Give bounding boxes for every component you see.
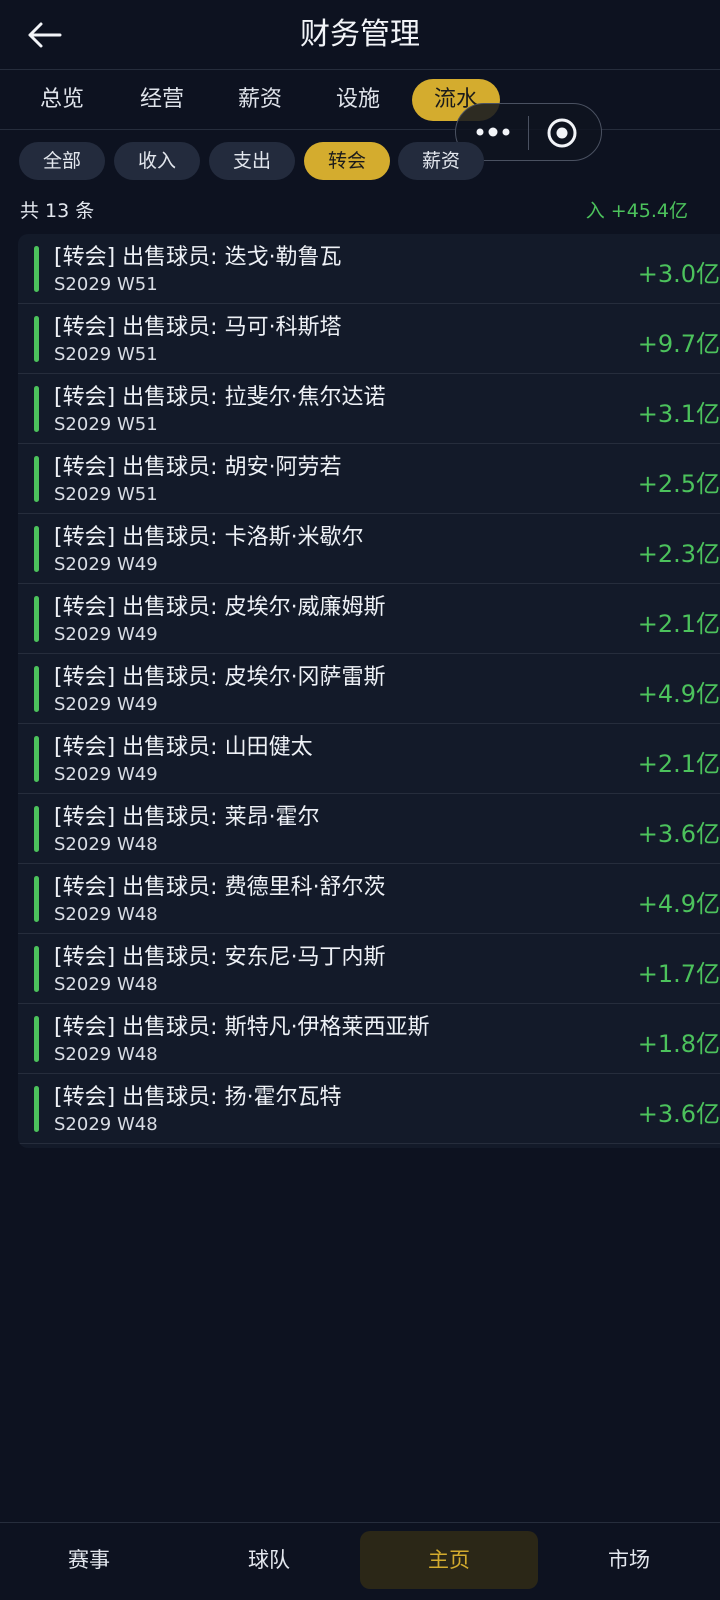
finance-tabs: 总览 经营 薪资 设施 流水 [0, 70, 720, 130]
transaction-amount: +4.9亿 [637, 890, 720, 918]
record-count: 共 13 条 [20, 200, 95, 222]
transaction-date: S2029 W51 [54, 344, 158, 365]
transaction-row[interactable]: [转会] 出售球员: 皮埃尔·冈萨雷斯 S2029 W49 +4.9亿 [18, 654, 720, 724]
transaction-title: [转会] 出售球员: 莱昂·霍尔 [54, 805, 320, 830]
transaction-title: [转会] 出售球员: 迭戈·勒鲁瓦 [54, 245, 342, 270]
transaction-date: S2029 W48 [54, 904, 158, 925]
transaction-title: [转会] 出售球员: 扬·霍尔瓦特 [54, 1085, 342, 1110]
transaction-row[interactable]: [转会] 出售球员: 山田健太 S2029 W49 +2.1亿 [18, 724, 720, 794]
transaction-row[interactable]: [转会] 出售球员: 卡洛斯·米歇尔 S2029 W49 +2.3亿 [18, 514, 720, 584]
income-indicator [34, 456, 39, 502]
transaction-row[interactable]: [转会] 出售球员: 扬·霍尔瓦特 S2029 W48 +3.6亿 [18, 1074, 720, 1144]
income-total: 入 +45.4亿 [585, 200, 688, 222]
transaction-amount: +2.3亿 [637, 540, 720, 568]
transaction-title: [转会] 出售球员: 费德里科·舒尔茨 [54, 875, 386, 900]
filter-transfer[interactable]: 转会 [304, 142, 390, 180]
transaction-row[interactable]: [转会] 出售球员: 费德里科·舒尔茨 S2029 W48 +4.9亿 [18, 864, 720, 934]
filter-income[interactable]: 收入 [114, 142, 200, 180]
transaction-date: S2029 W48 [54, 1114, 158, 1135]
transaction-amount: +1.7亿 [637, 960, 720, 988]
transaction-date: S2029 W48 [54, 1044, 158, 1065]
income-indicator [34, 526, 39, 572]
income-indicator [34, 246, 39, 292]
transaction-amount: +3.0亿 [637, 260, 720, 288]
nav-home[interactable]: 主页 [360, 1531, 538, 1589]
transaction-date: S2029 W49 [54, 554, 158, 575]
transaction-title: [转会] 出售球员: 山田健太 [54, 735, 313, 760]
transaction-amount: +3.6亿 [637, 820, 720, 848]
transaction-title: [转会] 出售球员: 卡洛斯·米歇尔 [54, 525, 364, 550]
filter-chips: 全部 收入 支出 转会 薪资 [0, 142, 720, 182]
tab-facilities[interactable]: 设施 [316, 79, 400, 121]
transaction-date: S2029 W49 [54, 624, 158, 645]
tab-operations[interactable]: 经营 [120, 79, 204, 121]
filter-expense[interactable]: 支出 [209, 142, 295, 180]
transaction-title: [转会] 出售球员: 皮埃尔·威廉姆斯 [54, 595, 386, 620]
transaction-title: [转会] 出售球员: 胡安·阿劳若 [54, 455, 342, 480]
transaction-amount: +1.8亿 [637, 1030, 720, 1058]
transaction-date: S2029 W51 [54, 484, 158, 505]
income-indicator [34, 316, 39, 362]
transaction-list: [转会] 出售球员: 迭戈·勒鲁瓦 S2029 W51 +3.0亿 [转会] 出… [18, 234, 720, 1148]
transaction-date: S2029 W49 [54, 764, 158, 785]
transaction-date: S2029 W48 [54, 834, 158, 855]
filter-all[interactable]: 全部 [19, 142, 105, 180]
transaction-row[interactable]: [转会] 出售球员: 莱昂·霍尔 S2029 W48 +3.6亿 [18, 794, 720, 864]
transaction-row[interactable]: [转会] 出售球员: 皮埃尔·威廉姆斯 S2029 W49 +2.1亿 [18, 584, 720, 654]
app-header: 财务管理 [0, 0, 720, 70]
transaction-amount: +9.7亿 [637, 330, 720, 358]
tab-salary[interactable]: 薪资 [218, 79, 302, 121]
transaction-amount: +2.5亿 [637, 470, 720, 498]
income-indicator [34, 1016, 39, 1062]
transaction-amount: +2.1亿 [637, 750, 720, 778]
transaction-title: [转会] 出售球员: 皮埃尔·冈萨雷斯 [54, 665, 386, 690]
transaction-row[interactable]: [转会] 出售球员: 斯特凡·伊格莱西亚斯 S2029 W48 +1.8亿 [18, 1004, 720, 1074]
transaction-row[interactable]: [转会] 出售球员: 迭戈·勒鲁瓦 S2029 W51 +3.0亿 [18, 234, 720, 304]
income-indicator [34, 1086, 39, 1132]
income-indicator [34, 876, 39, 922]
income-indicator [34, 946, 39, 992]
transaction-date: S2029 W51 [54, 414, 158, 435]
transaction-date: S2029 W51 [54, 274, 158, 295]
transaction-row[interactable]: [转会] 出售球员: 安东尼·马丁内斯 S2029 W48 +1.7亿 [18, 934, 720, 1004]
nav-matches[interactable]: 赛事 [0, 1531, 178, 1589]
page-title: 财务管理 [300, 17, 420, 52]
income-indicator [34, 666, 39, 712]
transaction-amount: +3.6亿 [637, 1100, 720, 1128]
transaction-row[interactable]: [转会] 出售球员: 胡安·阿劳若 S2029 W51 +2.5亿 [18, 444, 720, 514]
transaction-row[interactable]: [转会] 出售球员: 拉斐尔·焦尔达诺 S2029 W51 +3.1亿 [18, 374, 720, 444]
income-indicator [34, 386, 39, 432]
transaction-date: S2029 W48 [54, 974, 158, 995]
income-indicator [34, 806, 39, 852]
transaction-row[interactable]: [转会] 出售球员: 马可·科斯塔 S2029 W51 +9.7亿 [18, 304, 720, 374]
transaction-title: [转会] 出售球员: 拉斐尔·焦尔达诺 [54, 385, 386, 410]
transaction-title: [转会] 出售球员: 马可·科斯塔 [54, 315, 342, 340]
nav-team[interactable]: 球队 [180, 1531, 358, 1589]
tab-overview[interactable]: 总览 [20, 79, 104, 121]
bottom-nav: 赛事 球队 主页 市场 [0, 1522, 720, 1600]
transaction-amount: +2.1亿 [637, 610, 720, 638]
transaction-amount: +3.1亿 [637, 400, 720, 428]
income-indicator [34, 596, 39, 642]
transaction-title: [转会] 出售球员: 安东尼·马丁内斯 [54, 945, 386, 970]
transaction-amount: +4.9亿 [637, 680, 720, 708]
filter-salary[interactable]: 薪资 [398, 142, 484, 180]
nav-market[interactable]: 市场 [540, 1531, 718, 1589]
transaction-title: [转会] 出售球员: 斯特凡·伊格莱西亚斯 [54, 1015, 430, 1040]
transaction-date: S2029 W49 [54, 694, 158, 715]
income-indicator [34, 736, 39, 782]
